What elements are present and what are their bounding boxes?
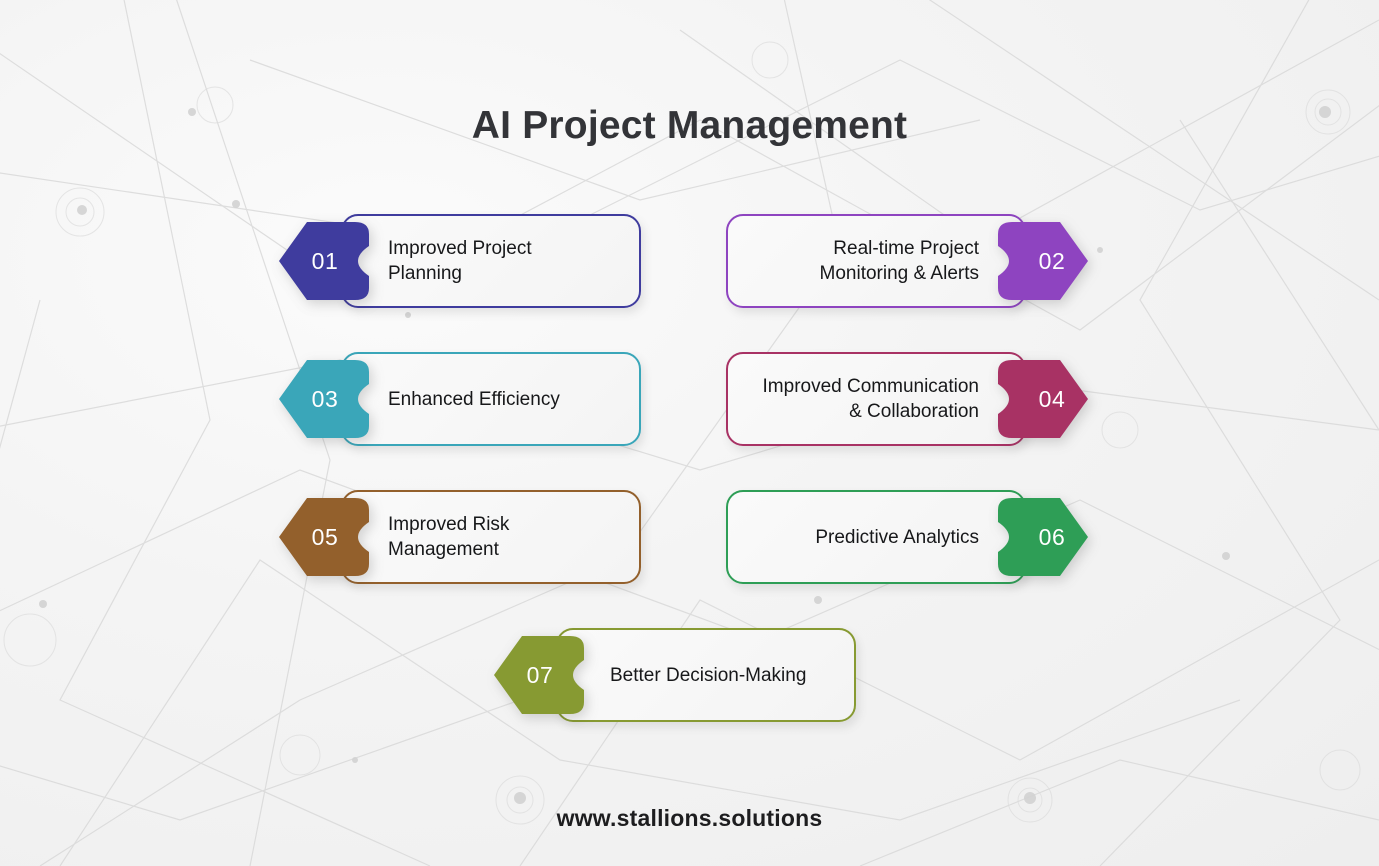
feature-card-body: Improved Risk Management <box>341 490 641 584</box>
feature-card-body: Better Decision-Making <box>556 628 856 722</box>
feature-card-body: Improved Project Planning <box>341 214 641 308</box>
feature-number-badge-01: 01 <box>277 220 369 302</box>
feature-card-body: Real-time Project Monitoring & Alerts <box>726 214 1026 308</box>
feature-card-label: Better Decision-Making <box>610 664 807 686</box>
feature-card-07[interactable]: Better Decision-Making 07 <box>494 628 856 722</box>
feature-number-badge-07: 07 <box>492 634 584 716</box>
feature-card-04[interactable]: Improved Communication & Collaboration 04 <box>726 352 1088 446</box>
feature-card-05[interactable]: Improved Risk Management 05 <box>279 490 641 584</box>
feature-card-label: Enhanced Efficiency <box>388 388 560 410</box>
feature-card-01[interactable]: Improved Project Planning 01 <box>279 214 641 308</box>
feature-card-02[interactable]: Real-time Project Monitoring & Alerts 02 <box>726 214 1088 308</box>
feature-card-03[interactable]: Enhanced Efficiency 03 <box>279 352 641 446</box>
infographic-canvas: AI Project Management Improved Project P… <box>0 0 1379 866</box>
feature-card-body: Enhanced Efficiency <box>341 352 641 446</box>
page-title: AI Project Management <box>471 104 908 147</box>
feature-number-badge-06: 06 <box>998 496 1090 578</box>
feature-card-label: Improved Risk Management <box>388 514 510 560</box>
feature-card-label: Real-time Project Monitoring & Alerts <box>819 238 979 284</box>
feature-card-label: Improved Project Planning <box>388 238 532 284</box>
feature-number-badge-05: 05 <box>277 496 369 578</box>
feature-card-06[interactable]: Predictive Analytics 06 <box>726 490 1088 584</box>
feature-number-badge-03: 03 <box>277 358 369 440</box>
feature-card-body: Improved Communication & Collaboration <box>726 352 1026 446</box>
feature-card-label: Improved Communication & Collaboration <box>762 376 979 422</box>
feature-card-label: Predictive Analytics <box>815 526 979 548</box>
feature-card-body: Predictive Analytics <box>726 490 1026 584</box>
footer-website-url: www.stallions.solutions <box>556 805 823 831</box>
feature-number-badge-04: 04 <box>998 358 1090 440</box>
feature-number-badge-02: 02 <box>998 220 1090 302</box>
